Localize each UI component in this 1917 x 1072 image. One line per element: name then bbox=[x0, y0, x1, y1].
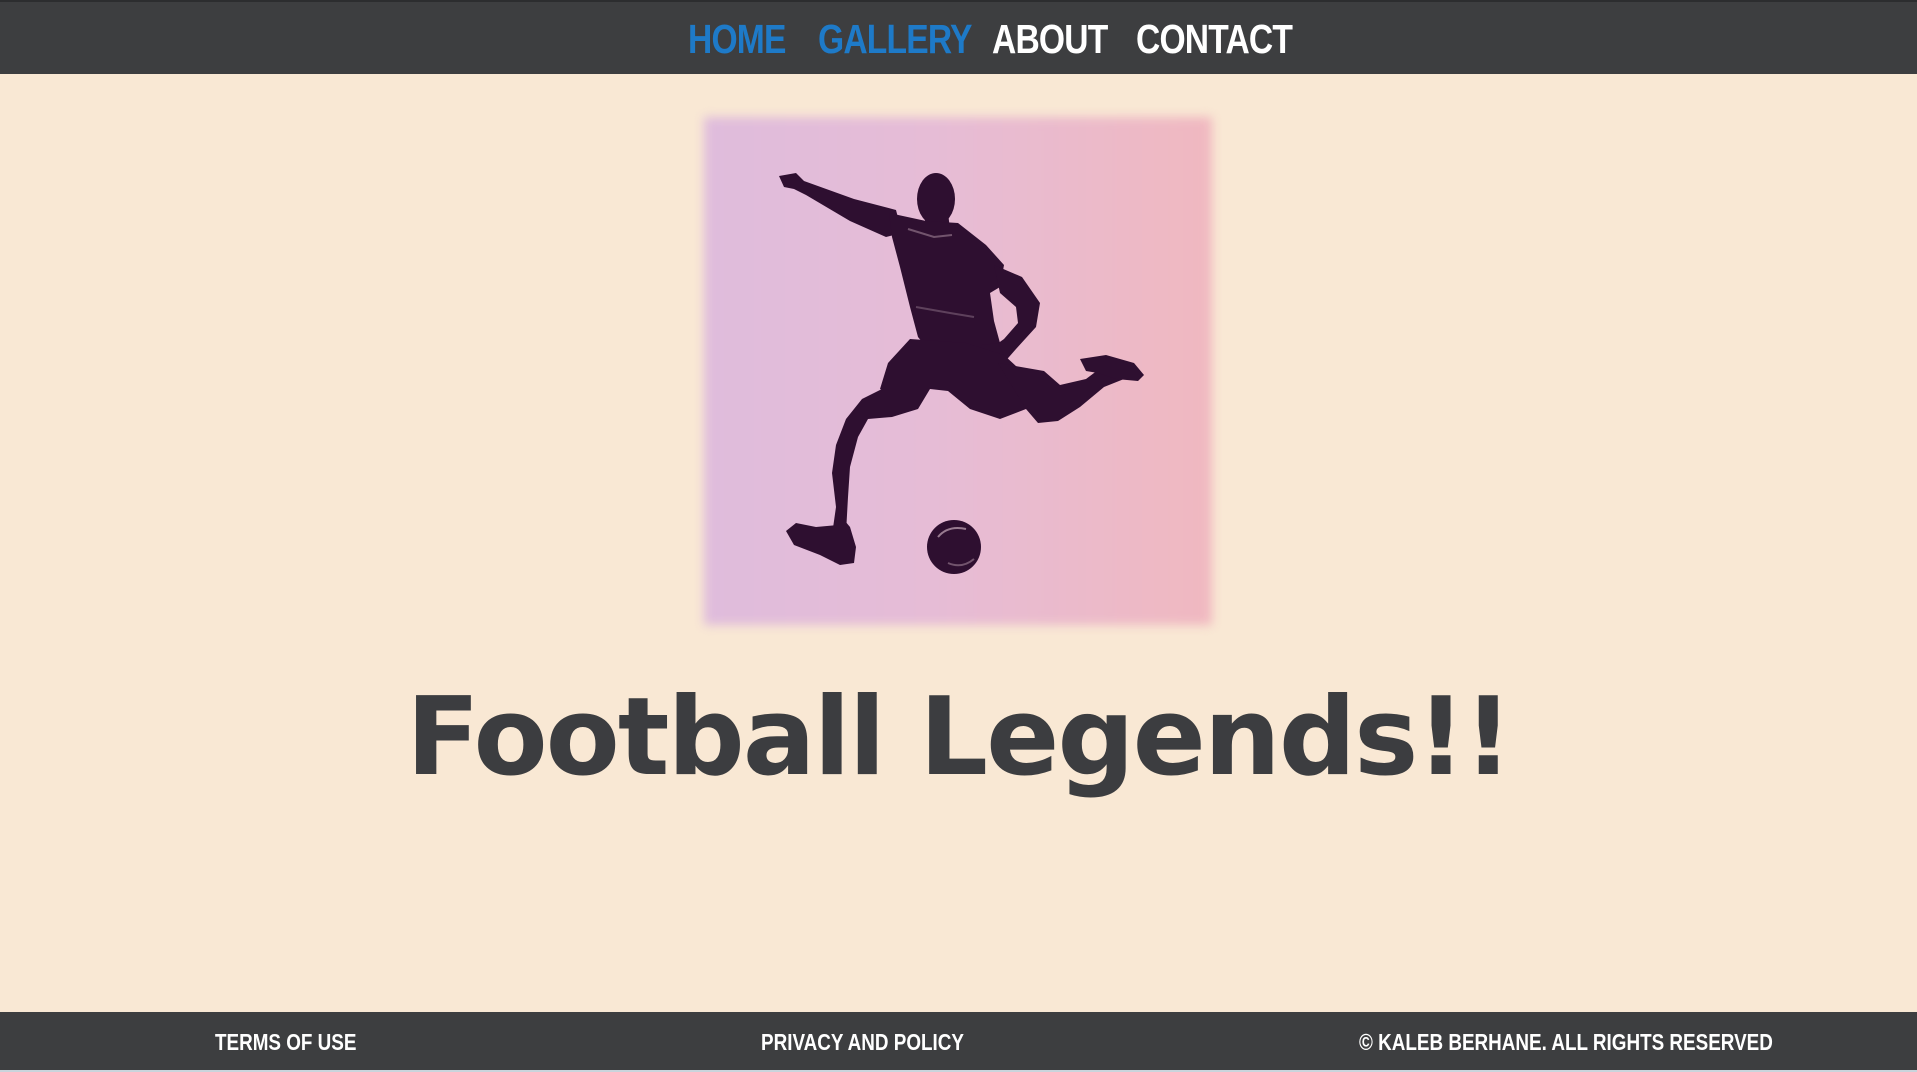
nav-home-link[interactable]: HOME bbox=[688, 11, 786, 67]
nav-contact-link[interactable]: CONTACT bbox=[1136, 11, 1293, 67]
nav-gallery-link[interactable]: GALLERY bbox=[818, 11, 972, 67]
copyright-notice: © KALEB BERHANE. ALL RIGHTS RESERVED bbox=[1359, 1029, 1773, 1055]
page-title: Football Legends!! bbox=[406, 675, 1513, 800]
top-navigation-bar: HOME GALLERY ABOUT CONTACT bbox=[0, 0, 1917, 74]
privacy-policy-link[interactable]: PRIVACY AND POLICY bbox=[761, 1028, 964, 1056]
nav-about-link[interactable]: ABOUT bbox=[992, 11, 1108, 67]
hero-image bbox=[704, 117, 1212, 625]
footer-bar: TERMS OF USE PRIVACY AND POLICY © KALEB … bbox=[0, 1012, 1917, 1070]
soccer-player-kicking-ball-icon bbox=[779, 173, 1144, 574]
terms-of-use-link[interactable]: TERMS OF USE bbox=[215, 1028, 356, 1056]
